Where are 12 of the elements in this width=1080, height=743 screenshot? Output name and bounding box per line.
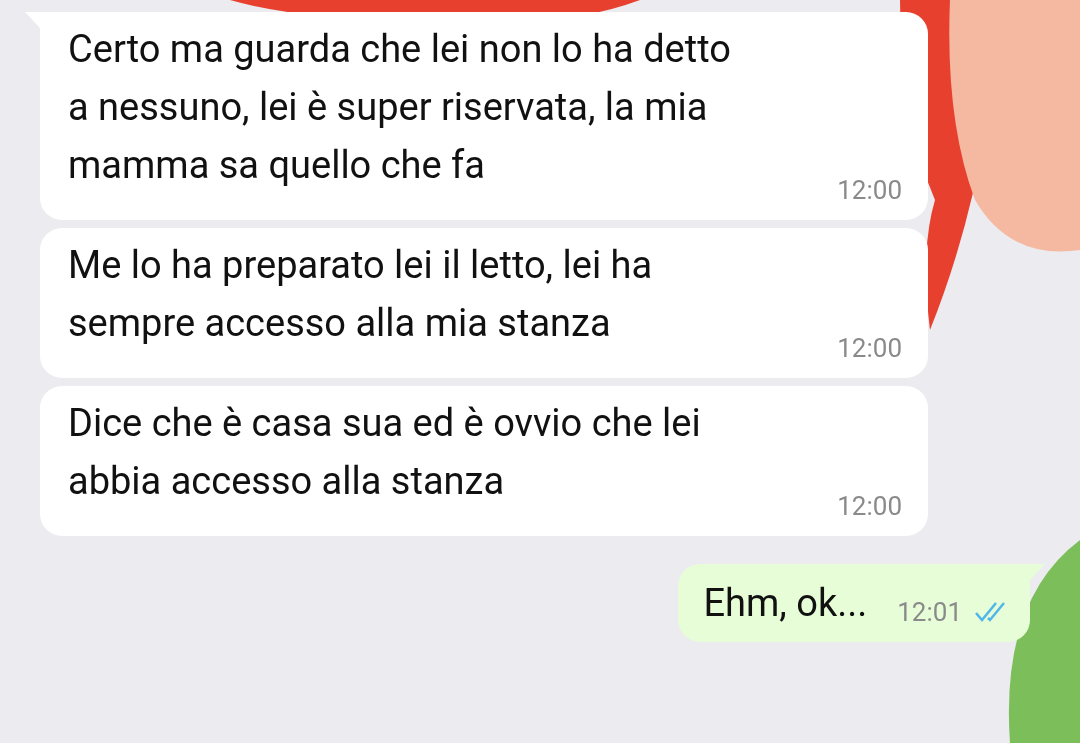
message-time: 12:00 [837, 174, 902, 207]
message-bubble[interactable]: Dice che è casa sua ed è ovvio che lei abbia accesso alla stanza 12:00 [40, 386, 928, 536]
message-bubble[interactable]: Me lo ha preparato lei il letto, lei ha sempre accesso alla mia stanza 12:00 [40, 228, 928, 378]
message-text: Ehm, ok... [703, 580, 868, 627]
message-time: 12:01 [897, 596, 962, 629]
message-text: Certo ma guarda che lei non lo ha detto a nessuno, lei è super riservata, la mia mamma sa quello che fa [68, 26, 732, 189]
message-text: Me lo ha preparato lei il letto, lei ha sempre accesso alla mia stanza [68, 242, 654, 347]
message-time: 12:00 [837, 490, 902, 523]
message-text: Dice che è casa sua ed è ovvio che lei abbia accesso alla stanza [68, 400, 702, 505]
message-bubble[interactable]: Certo ma guarda che lei non lo ha detto a nessuno, lei è super riservata, la mia mamma sa quello che fa 12:00 [40, 12, 928, 220]
message-bubble[interactable]: Ehm, ok... 12:01 [677, 564, 1030, 642]
message-time: 12:00 [837, 332, 902, 365]
